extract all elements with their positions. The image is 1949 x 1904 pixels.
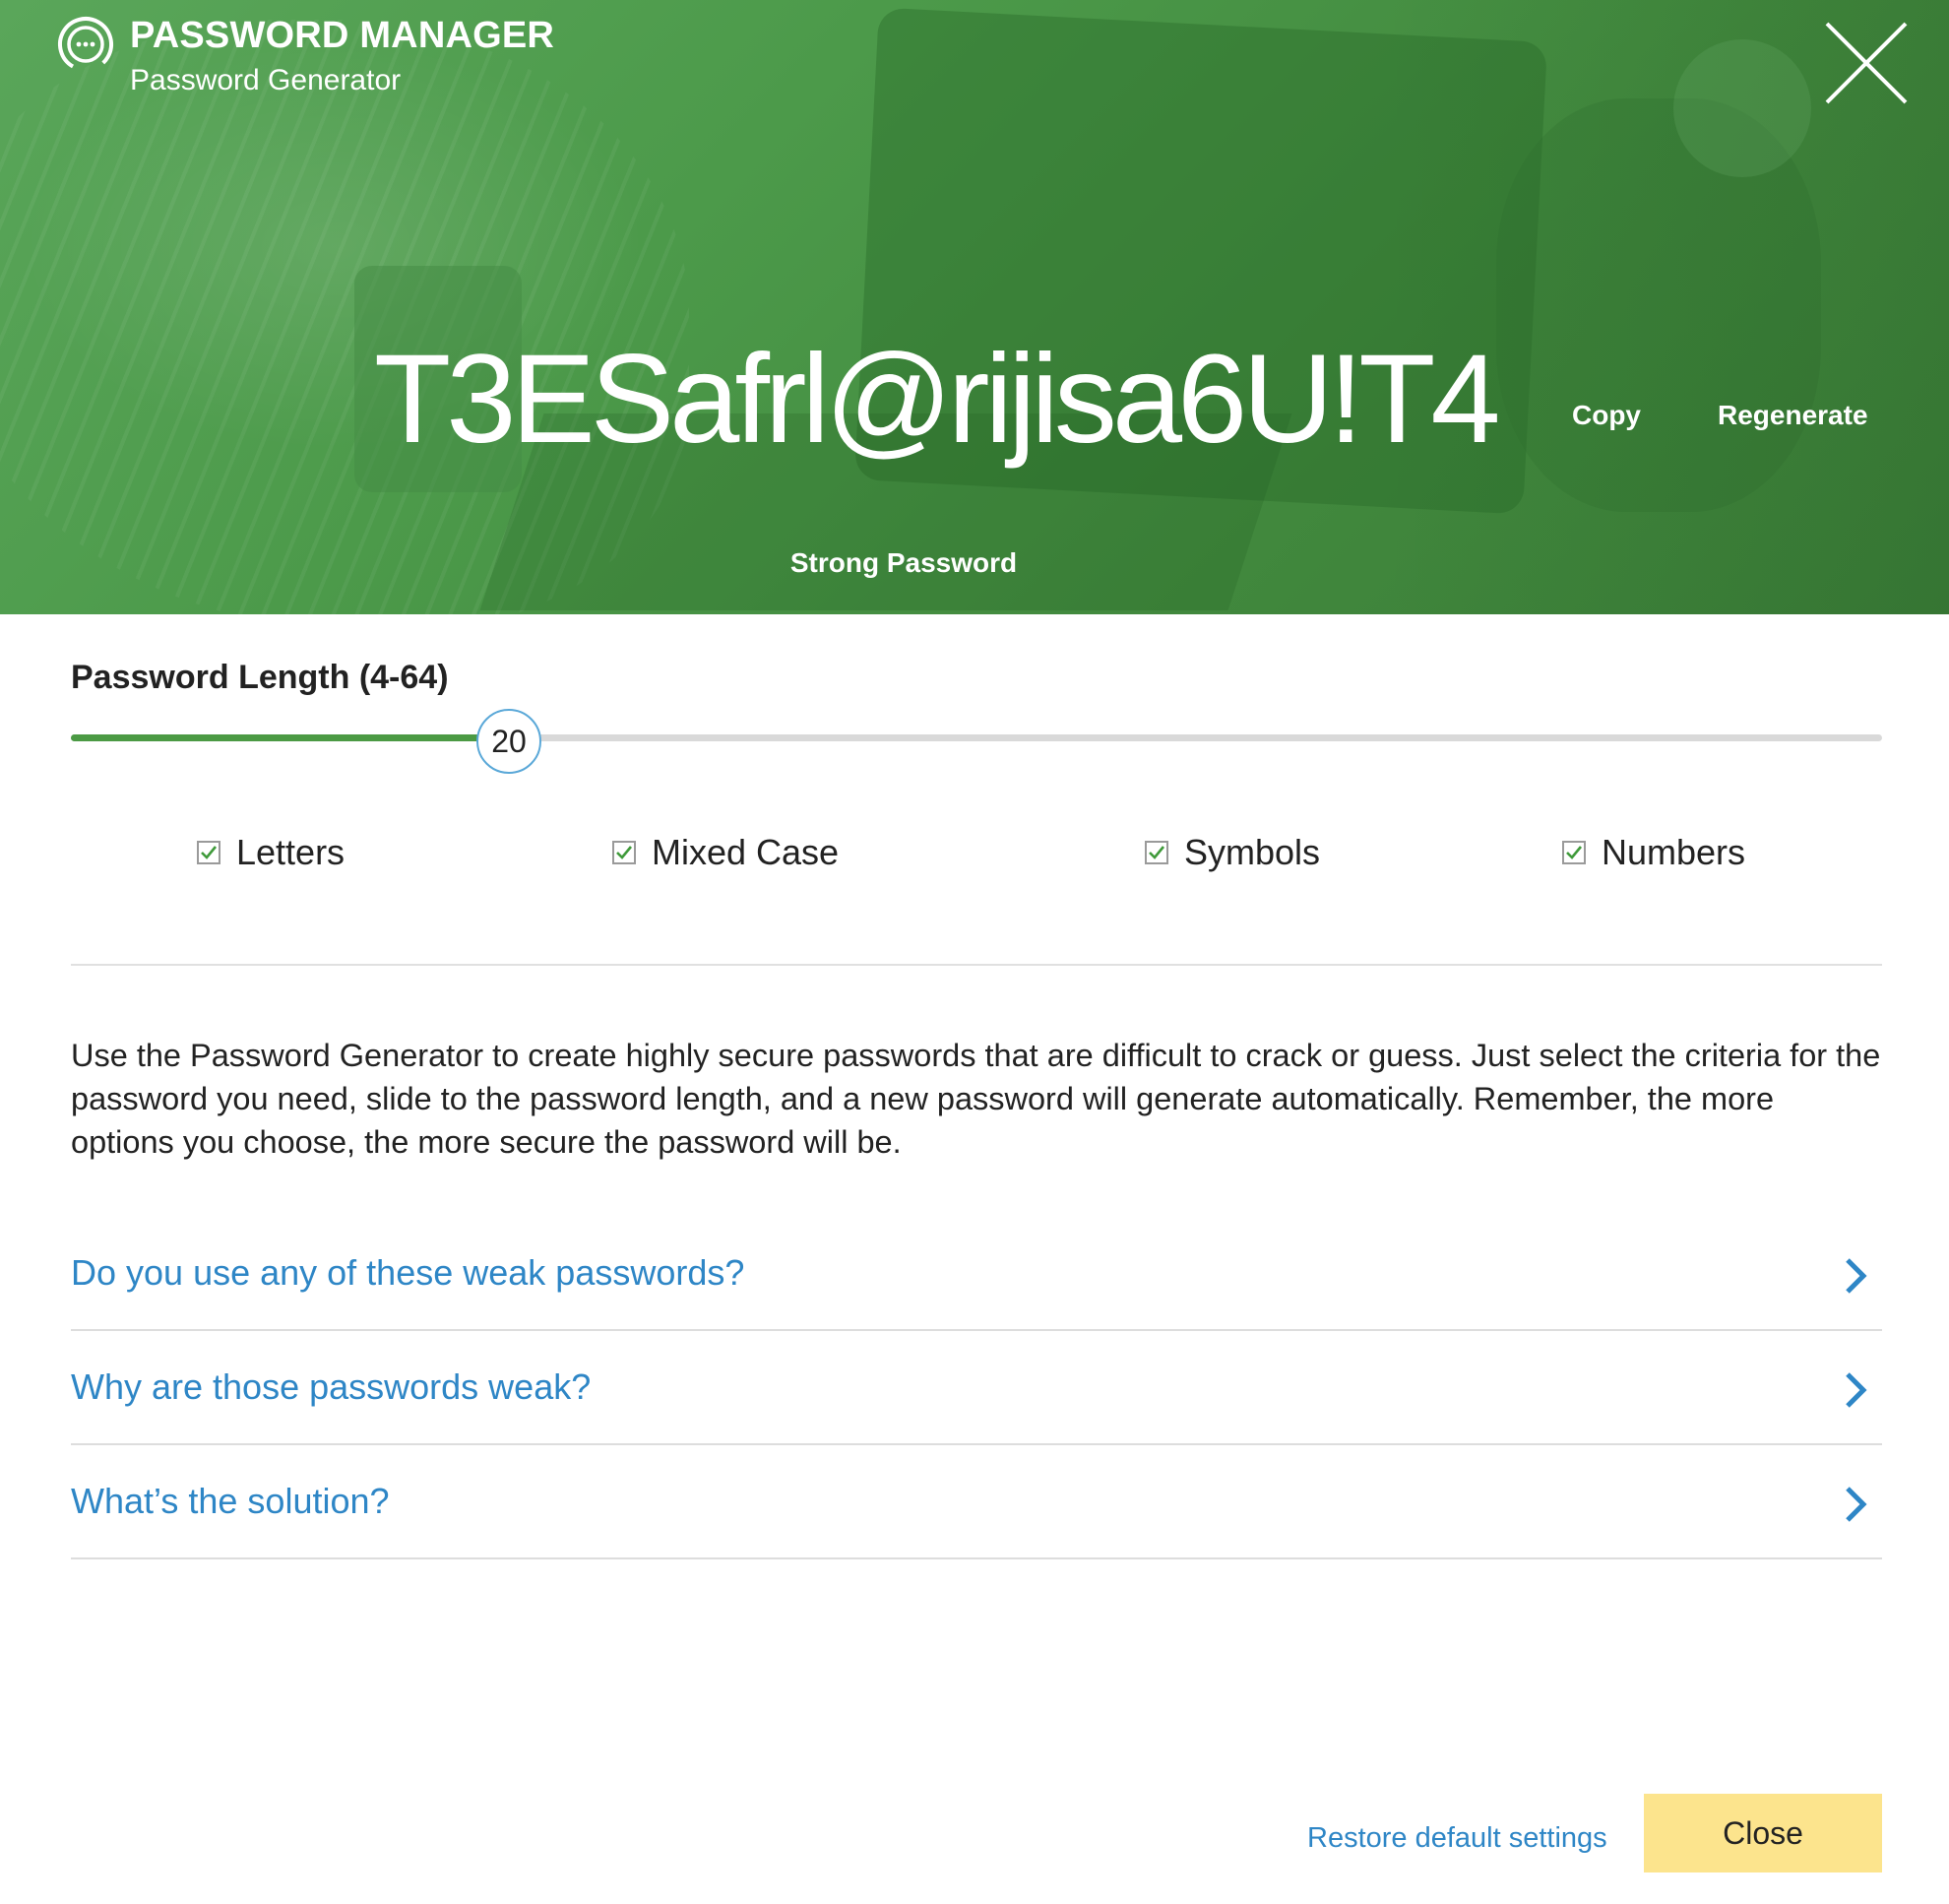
close-x-icon[interactable] <box>1823 20 1910 106</box>
checkmark-icon <box>201 846 218 859</box>
app-title: PASSWORD MANAGER <box>130 15 555 56</box>
chevron-right-icon <box>1846 1372 1867 1408</box>
mixed-case-checkbox[interactable] <box>612 841 636 864</box>
faq-divider <box>71 1329 1882 1331</box>
numbers-checkbox[interactable] <box>1562 841 1586 864</box>
close-button[interactable]: Close <box>1644 1794 1882 1872</box>
option-symbols[interactable]: Symbols <box>1145 827 1320 878</box>
faq-divider <box>71 1443 1882 1445</box>
generator-header: PASSWORD MANAGER Password Generator T3ES… <box>0 0 1949 614</box>
faq-divider <box>71 1557 1882 1559</box>
symbols-checkbox[interactable] <box>1145 841 1168 864</box>
faq-item-why-weak[interactable]: Why are those passwords weak? <box>71 1333 1882 1445</box>
faq-label: Do you use any of these weak passwords? <box>71 1252 745 1293</box>
password-manager-logo-icon <box>58 17 113 72</box>
numbers-label: Numbers <box>1602 832 1746 872</box>
faq-item-weak-passwords[interactable]: Do you use any of these weak passwords? <box>71 1219 1882 1331</box>
chevron-right-icon <box>1846 1487 1867 1522</box>
checkmark-icon <box>1566 846 1583 859</box>
slider-fill <box>71 734 509 741</box>
option-numbers[interactable]: Numbers <box>1562 827 1745 878</box>
app-subtitle: Password Generator <box>130 64 402 96</box>
generated-password[interactable]: T3ESafrl@rijisa6U!T4 <box>374 321 1501 478</box>
mixed-case-label: Mixed Case <box>652 832 840 872</box>
password-length-slider[interactable]: 20 <box>71 709 1882 778</box>
option-mixed-case[interactable]: Mixed Case <box>612 827 839 878</box>
slider-thumb[interactable]: 20 <box>476 709 541 774</box>
generator-description: Use the Password Generator to create hig… <box>71 1038 1881 1160</box>
password-length-label: Password Length (4-64) <box>71 659 449 696</box>
brand: PASSWORD MANAGER Password Generator <box>55 12 554 100</box>
checkmark-icon <box>616 846 633 859</box>
letters-checkbox[interactable] <box>197 841 220 864</box>
chevron-right-icon <box>1846 1258 1867 1294</box>
password-strength-label: Strong Password <box>789 547 1018 578</box>
option-letters[interactable]: Letters <box>197 827 345 878</box>
faq-item-solution[interactable]: What’s the solution? <box>71 1447 1882 1559</box>
background-plant-leaf <box>1673 39 1811 177</box>
restore-defaults-link[interactable]: Restore default settings <box>1307 1815 1607 1861</box>
letters-label: Letters <box>236 832 346 872</box>
checkmark-icon <box>1149 846 1165 859</box>
copy-button[interactable]: Copy <box>1572 394 1641 437</box>
faq-label: What’s the solution? <box>71 1481 390 1521</box>
background-sleeve <box>0 20 689 614</box>
symbols-label: Symbols <box>1184 832 1321 872</box>
section-divider <box>71 964 1882 966</box>
regenerate-button[interactable]: Regenerate <box>1718 394 1868 437</box>
faq-label: Why are those passwords weak? <box>71 1366 592 1407</box>
background-plant <box>1496 98 1821 512</box>
